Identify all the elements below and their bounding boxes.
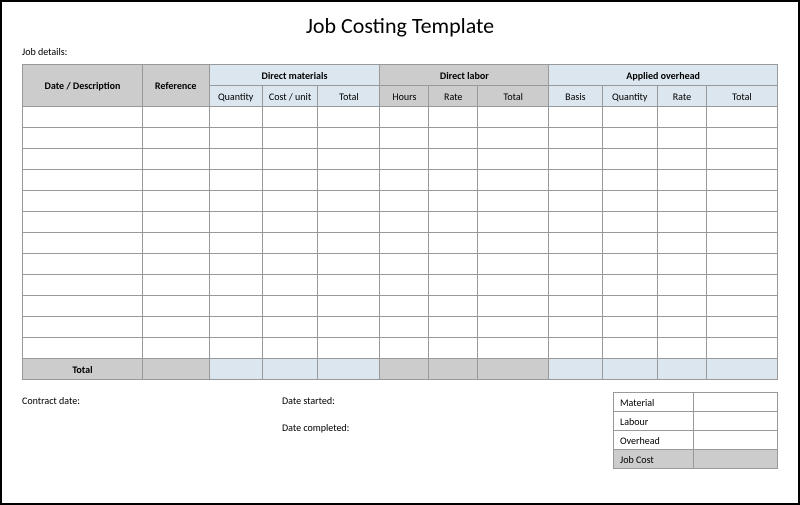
col-reference: Reference <box>142 65 209 107</box>
col-dm-cost-unit: Cost / unit <box>262 86 318 107</box>
summary-jobcost-value <box>693 450 777 469</box>
table-row <box>23 128 778 149</box>
page-title: Job Costing Template <box>22 12 778 39</box>
table-row <box>23 149 778 170</box>
table-row <box>23 170 778 191</box>
col-dm-total: Total <box>318 86 380 107</box>
col-date-description: Date / Description <box>23 65 143 107</box>
job-costing-table: Date / Description Reference Direct mate… <box>22 64 778 380</box>
col-dl-hours: Hours <box>380 86 429 107</box>
summary-labour-value <box>693 412 777 431</box>
col-direct-materials: Direct materials <box>209 65 380 86</box>
summary-material-label: Material <box>614 393 694 412</box>
summary-jobcost-label: Job Cost <box>614 450 694 469</box>
col-ao-total: Total <box>706 86 777 107</box>
summary-material-value <box>693 393 777 412</box>
summary-overhead-label: Overhead <box>614 431 694 450</box>
total-row: Total <box>23 359 778 380</box>
table-row <box>23 254 778 275</box>
contract-date-label: Contract date: <box>22 394 282 407</box>
date-started-label: Date started: <box>282 394 502 407</box>
col-ao-rate: Rate <box>658 86 707 107</box>
col-ao-basis: Basis <box>549 86 602 107</box>
col-dm-quantity: Quantity <box>209 86 262 107</box>
table-row <box>23 212 778 233</box>
table-row <box>23 275 778 296</box>
table-row <box>23 296 778 317</box>
col-applied-overhead: Applied overhead <box>549 65 778 86</box>
summary-labour-label: Labour <box>614 412 694 431</box>
table-row <box>23 107 778 128</box>
job-details-label: Job details: <box>22 45 778 58</box>
table-row <box>23 317 778 338</box>
summary-box: Material Labour Overhead Job Cost <box>613 392 778 469</box>
col-direct-labor: Direct labor <box>380 65 549 86</box>
table-row <box>23 233 778 254</box>
date-completed-label: Date completed: <box>282 421 502 434</box>
total-label: Total <box>23 359 143 380</box>
summary-overhead-value <box>693 431 777 450</box>
col-dl-rate: Rate <box>429 86 478 107</box>
table-row <box>23 338 778 359</box>
table-body: Total <box>23 107 778 380</box>
table-row <box>23 191 778 212</box>
col-dl-total: Total <box>478 86 549 107</box>
col-ao-quantity: Quantity <box>602 86 658 107</box>
